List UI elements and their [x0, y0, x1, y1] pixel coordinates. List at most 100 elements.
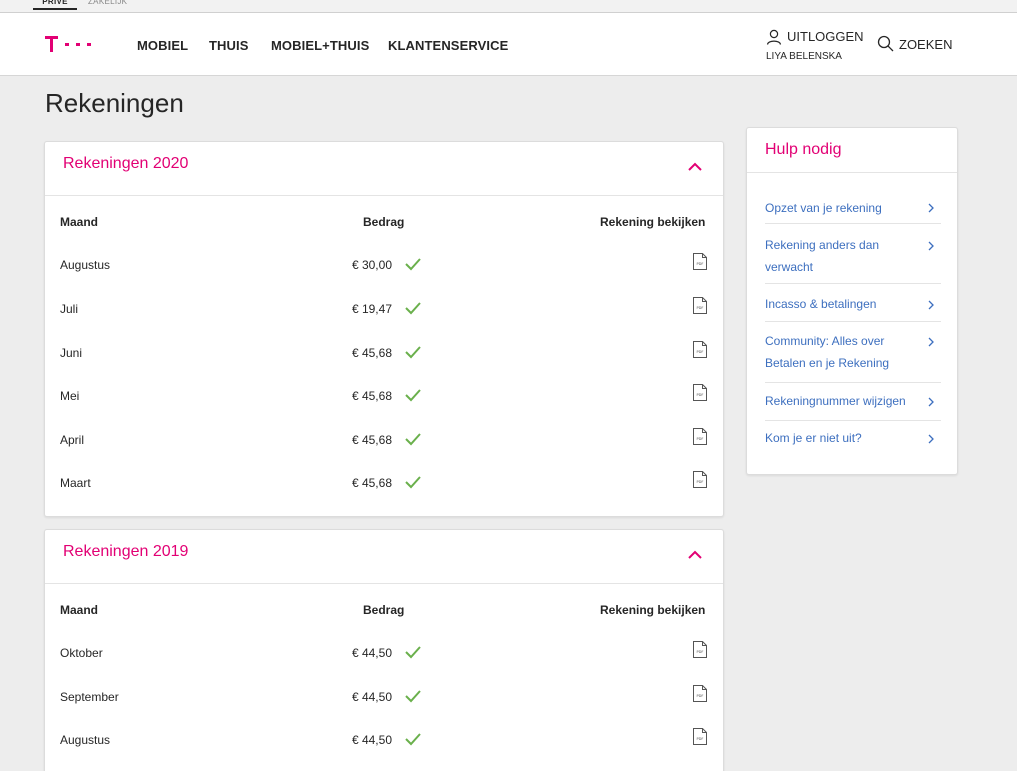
pdf-file-icon[interactable]: PDF	[693, 471, 707, 488]
logout-label: UITLOGGEN	[787, 29, 864, 44]
help-link-opzet[interactable]: Opzet van je rekening	[765, 186, 941, 224]
help-link-label: Kom je er niet uit?	[765, 431, 862, 445]
chevron-right-icon	[928, 241, 934, 251]
row-month: Maart	[60, 476, 91, 490]
row-month: Oktober	[60, 646, 103, 660]
pdf-file-icon[interactable]: PDF	[693, 728, 707, 745]
card-header-2020[interactable]: Rekeningen 2020	[45, 142, 723, 196]
svg-text:PDF: PDF	[696, 393, 703, 397]
pdf-file-icon[interactable]: PDF	[693, 253, 707, 270]
table-row: Augustus € 30,00 PDF	[45, 253, 723, 302]
segment-zakelijk[interactable]: ZAKELIJK	[88, 0, 127, 10]
row-amount: € 44,50	[351, 646, 392, 660]
card-title-2019: Rekeningen 2019	[63, 543, 189, 560]
column-header-month: Maand	[60, 603, 99, 617]
column-header-view: Rekening bekijken	[600, 215, 706, 229]
svg-text:PDF: PDF	[696, 437, 703, 441]
chevron-right-icon	[928, 203, 934, 213]
svg-text:PDF: PDF	[696, 694, 703, 698]
row-amount: € 45,68	[351, 433, 392, 447]
column-header-month: Maand	[60, 215, 99, 229]
help-link-community[interactable]: Community: Alles over Betalen en je Reke…	[765, 322, 941, 383]
help-link-label: Community: Alles over Betalen en je Reke…	[765, 334, 890, 370]
svg-text:PDF: PDF	[696, 737, 703, 741]
column-header-amount: Bedrag	[363, 603, 405, 617]
pdf-file-icon[interactable]: PDF	[693, 341, 707, 358]
help-panel: Hulp nodig Opzet van je rekening Rekenin…	[746, 127, 958, 475]
row-month: Juni	[60, 346, 83, 360]
chevron-up-icon[interactable]	[687, 161, 703, 173]
row-month: April	[60, 433, 85, 447]
pdf-file-icon[interactable]: PDF	[693, 384, 707, 401]
row-month: Augustus	[60, 733, 111, 747]
svg-text:PDF: PDF	[696, 480, 703, 484]
check-icon	[405, 433, 421, 446]
segment-prive[interactable]: PRIVÉ	[33, 0, 77, 10]
row-month: Mei	[60, 389, 80, 403]
row-month: September	[60, 690, 119, 704]
row-amount: € 44,50	[351, 690, 392, 704]
pdf-file-icon[interactable]: PDF	[693, 685, 707, 702]
row-amount: € 19,47	[351, 302, 392, 316]
nav-item-thuis[interactable]: THUIS	[209, 38, 249, 53]
check-icon	[405, 302, 421, 315]
help-link-label: Incasso & betalingen	[765, 297, 877, 311]
page-title: Rekeningen	[45, 88, 184, 118]
row-amount: € 30,00	[351, 258, 392, 272]
table-row: Maart € 45,68 PDF	[45, 471, 723, 520]
table-row: Mei € 45,68 PDF	[45, 384, 723, 433]
search-label: ZOEKEN	[899, 37, 953, 52]
nav-item-klantenservice[interactable]: KLANTENSERVICE	[388, 38, 508, 53]
segment-bar: PRIVÉ ZAKELIJK	[0, 0, 1017, 13]
help-link-label: Rekening anders dan verwacht	[765, 238, 880, 274]
chevron-up-icon[interactable]	[687, 549, 703, 561]
chevron-right-icon	[928, 434, 934, 444]
card-header-2019[interactable]: Rekeningen 2019	[45, 530, 723, 584]
help-header: Hulp nodig	[747, 128, 957, 173]
telekom-logo[interactable]	[44, 33, 92, 59]
help-link-kom-je-er-niet-uit[interactable]: Kom je er niet uit?	[765, 421, 941, 459]
pdf-file-icon[interactable]: PDF	[693, 428, 707, 445]
card-title-2020: Rekeningen 2020	[63, 155, 189, 172]
check-icon	[405, 476, 421, 489]
column-header-view: Rekening bekijken	[600, 603, 706, 617]
check-icon	[405, 389, 421, 402]
table-row: Oktober € 44,50 PDF	[45, 641, 723, 690]
check-icon	[405, 646, 421, 659]
check-icon	[405, 346, 421, 359]
site-header: MOBIEL THUIS MOBIEL+THUIS KLANTENSERVICE…	[0, 13, 1017, 76]
user-name: LIYA BELENSKA	[766, 51, 842, 62]
table-row: Juli € 19,47 PDF	[45, 297, 723, 346]
check-icon	[405, 258, 421, 271]
pdf-file-icon[interactable]: PDF	[693, 641, 707, 658]
chevron-right-icon	[928, 397, 934, 407]
nav-item-mobiel-thuis[interactable]: MOBIEL+THUIS	[271, 38, 369, 53]
table-row: April € 45,68 PDF	[45, 428, 723, 477]
svg-text:PDF: PDF	[696, 650, 703, 654]
help-link-incasso[interactable]: Incasso & betalingen	[765, 284, 941, 322]
search-icon	[877, 35, 894, 52]
invoices-card-2019: Rekeningen 2019 Maand Bedrag Rekening be…	[44, 529, 724, 771]
check-icon	[405, 690, 421, 703]
pdf-file-icon[interactable]: PDF	[693, 297, 707, 314]
row-month: Augustus	[60, 258, 111, 272]
help-link-label: Opzet van je rekening	[765, 201, 882, 215]
nav-item-mobiel[interactable]: MOBIEL	[137, 38, 188, 53]
row-amount: € 45,68	[351, 476, 392, 490]
svg-text:PDF: PDF	[696, 350, 703, 354]
svg-text:PDF: PDF	[696, 306, 703, 310]
chevron-right-icon	[928, 337, 934, 347]
table-row: September € 44,50 PDF	[45, 685, 723, 734]
invoices-card-2020: Rekeningen 2020 Maand Bedrag Rekening be…	[44, 141, 724, 517]
user-icon	[766, 29, 782, 45]
column-header-amount: Bedrag	[363, 215, 405, 229]
chevron-right-icon	[928, 300, 934, 310]
row-amount: € 45,68	[351, 346, 392, 360]
table-row: Augustus € 44,50 PDF	[45, 728, 723, 771]
row-amount: € 44,50	[351, 733, 392, 747]
help-link-anders[interactable]: Rekening anders dan verwacht	[765, 224, 941, 284]
table-row: Juni € 45,68 PDF	[45, 341, 723, 390]
help-link-rekeningnummer[interactable]: Rekeningnummer wijzigen	[765, 383, 941, 421]
check-icon	[405, 733, 421, 746]
row-amount: € 45,68	[351, 389, 392, 403]
